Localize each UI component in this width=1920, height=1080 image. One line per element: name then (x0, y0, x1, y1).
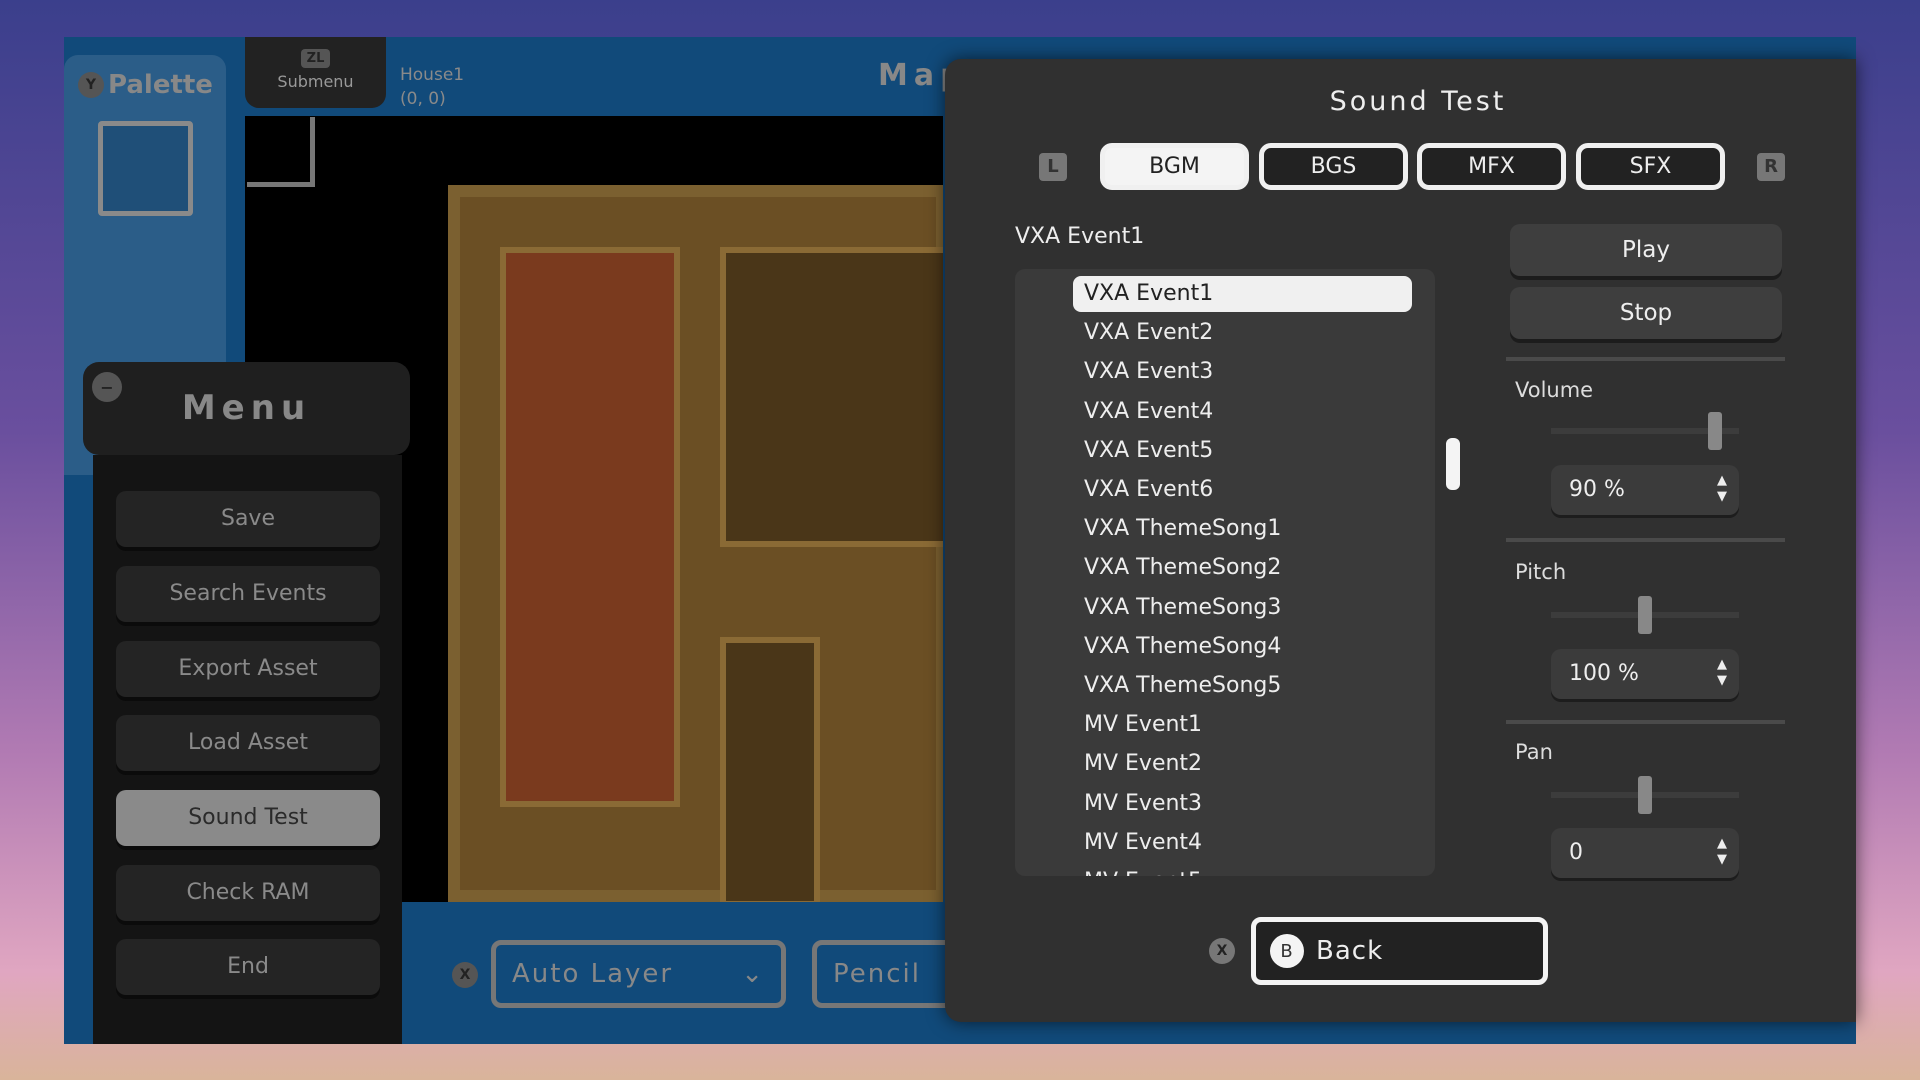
tab-mfx[interactable]: MFX (1417, 143, 1566, 190)
pan-slider[interactable] (1551, 776, 1739, 814)
tab-bgm[interactable]: BGM (1100, 143, 1249, 190)
map-room (720, 637, 820, 902)
track-list-item[interactable]: MV Event4 (1073, 825, 1412, 861)
track-list-item[interactable]: VXA ThemeSong5 (1073, 668, 1412, 704)
pitch-slider[interactable] (1551, 596, 1739, 634)
pan-value: 0 (1569, 840, 1583, 865)
map-name: House1 (400, 65, 465, 85)
r-button-icon[interactable]: R (1757, 153, 1785, 181)
submenu-label: Submenu (277, 72, 354, 91)
zl-button-icon: ZL (300, 49, 331, 68)
track-list[interactable]: VXA Event1 VXA Event2 VXA Event3 VXA Event4… (1015, 269, 1435, 876)
y-button-icon: Y (78, 72, 104, 98)
pan-label: Pan (1515, 740, 1553, 764)
track-list-item[interactable]: VXA Event5 (1073, 433, 1412, 469)
menu-end-button[interactable]: End (116, 939, 380, 995)
menu-check-ram-button[interactable]: Check RAM (116, 865, 380, 921)
pan-stepper[interactable]: 0 ▲ ▼ (1551, 828, 1739, 878)
pitch-slider-thumb[interactable] (1638, 596, 1652, 634)
submenu-button[interactable]: ZL Submenu (245, 37, 386, 108)
pitch-label: Pitch (1515, 560, 1567, 584)
divider (1506, 538, 1785, 542)
track-list-item[interactable]: VXA ThemeSong1 (1073, 511, 1412, 547)
up-down-arrows-icon[interactable]: ▲ ▼ (1717, 836, 1727, 868)
divider (1506, 720, 1785, 724)
track-list-item[interactable]: MV Event3 (1073, 786, 1412, 822)
track-list-scrollbar[interactable] (1446, 438, 1460, 490)
volume-stepper[interactable]: 90 % ▲ ▼ (1551, 465, 1739, 515)
track-list-item[interactable]: VXA ThemeSong2 (1073, 550, 1412, 586)
up-down-arrows-icon[interactable]: ▲ ▼ (1717, 473, 1727, 505)
tab-bgs[interactable]: BGS (1259, 143, 1408, 190)
track-list-item[interactable]: VXA Event3 (1073, 354, 1412, 390)
current-track-label: VXA Event1 (1015, 224, 1145, 249)
track-list-item[interactable]: VXA Event2 (1073, 315, 1412, 351)
back-button[interactable]: B Back (1251, 917, 1548, 985)
map-house-tiles (448, 185, 943, 902)
tool-dropdown-value: Pencil (833, 959, 921, 989)
divider (1506, 357, 1785, 361)
track-list-item[interactable]: MV Event2 (1073, 746, 1412, 782)
layer-dropdown-value: Auto Layer (512, 959, 674, 989)
track-list-item[interactable]: VXA Event6 (1073, 472, 1412, 508)
track-list-item[interactable]: MV Event5 (1073, 864, 1412, 876)
x-button-icon: X (1209, 938, 1235, 964)
palette-tile-swatch[interactable] (98, 121, 193, 216)
menu-title: Menu (83, 362, 410, 455)
menu-save-button[interactable]: Save (116, 491, 380, 547)
palette-toggle[interactable]: Y Palette (78, 70, 213, 100)
x-button-icon: X (452, 962, 478, 988)
map-info: House1 (0, 0) (400, 63, 464, 111)
up-down-arrows-icon[interactable]: ▲ ▼ (1717, 657, 1727, 689)
menu-search-events-button[interactable]: Search Events (116, 566, 380, 622)
sound-test-title: Sound Test (1329, 86, 1507, 117)
map-cursor (247, 117, 315, 187)
map-coords: (0, 0) (400, 89, 446, 109)
chevron-down-icon: ⌄ (741, 959, 765, 989)
map-room (500, 247, 680, 807)
track-list-item[interactable]: VXA Event1 (1073, 276, 1412, 312)
volume-value: 90 % (1569, 477, 1625, 502)
menu-sound-test-button[interactable]: Sound Test (116, 790, 380, 846)
pan-slider-thumb[interactable] (1638, 776, 1652, 814)
back-label: Back (1316, 936, 1384, 966)
palette-label: Palette (108, 70, 213, 100)
minus-button-icon[interactable]: − (92, 372, 122, 402)
track-list-item[interactable]: VXA Event4 (1073, 394, 1412, 430)
volume-slider[interactable] (1551, 412, 1739, 450)
play-button[interactable]: Play (1510, 224, 1782, 276)
volume-slider-thumb[interactable] (1707, 412, 1722, 450)
layer-dropdown[interactable]: Auto Layer ⌄ (491, 940, 786, 1008)
track-list-item[interactable]: MV Event1 (1073, 707, 1412, 743)
track-list-item[interactable]: VXA ThemeSong4 (1073, 629, 1412, 665)
pitch-stepper[interactable]: 100 % ▲ ▼ (1551, 649, 1739, 699)
map-room (720, 247, 943, 547)
b-button-icon: B (1270, 934, 1304, 968)
menu-export-asset-button[interactable]: Export Asset (116, 641, 380, 697)
l-button-icon[interactable]: L (1039, 153, 1067, 181)
menu-load-asset-button[interactable]: Load Asset (116, 715, 380, 771)
track-list-item[interactable]: VXA ThemeSong3 (1073, 590, 1412, 626)
tab-sfx[interactable]: SFX (1576, 143, 1725, 190)
stop-button[interactable]: Stop (1510, 287, 1782, 339)
pitch-value: 100 % (1569, 661, 1639, 686)
volume-label: Volume (1515, 378, 1594, 402)
